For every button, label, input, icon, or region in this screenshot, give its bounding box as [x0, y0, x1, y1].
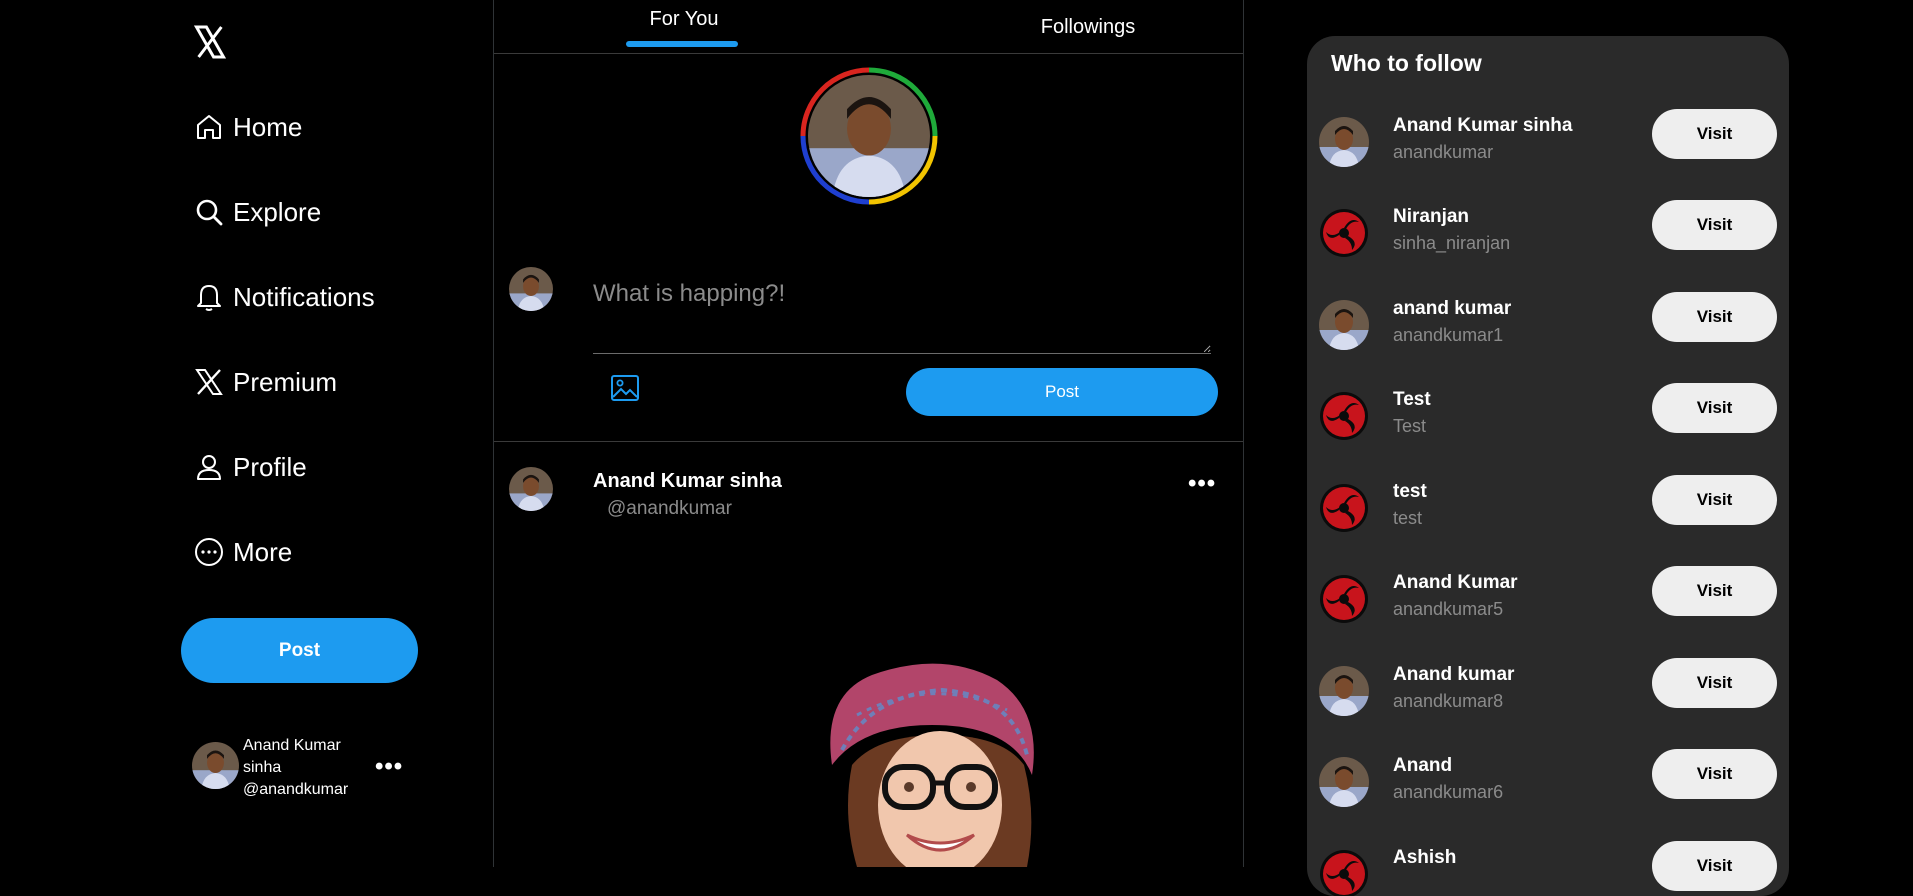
post-author-name[interactable]: Anand Kumar sinha [593, 470, 782, 493]
follow-suggestion-row: Anand Kumar sinha anandkumar Visit [1307, 109, 1789, 207]
who-to-follow-panel: Who to follow Anand Kumar sinha anandkuma… [1307, 36, 1789, 896]
x-premium-icon [195, 369, 223, 395]
follow-suggestion-handle: test [1393, 508, 1423, 528]
nav-notifications-label: Notifications [233, 281, 375, 312]
tab-followings[interactable]: Followings [988, 0, 1188, 54]
feed-tabs: For You Followings [494, 0, 1243, 54]
nav-notifications[interactable]: Notifications [193, 277, 375, 317]
tab-for-you[interactable]: For You [624, 0, 744, 54]
follow-suggestion-handle: sinha_niranjan [1393, 233, 1511, 253]
nav-premium-label: Premium [233, 366, 338, 397]
nav-premium[interactable]: Premium [193, 362, 337, 402]
follow-suggestion-handle: anandkumar6 [1393, 782, 1504, 802]
avatar[interactable] [1319, 757, 1369, 807]
follow-suggestion-name: Niranjan [1393, 206, 1470, 227]
current-user-name-line1: Anand Kumar [243, 737, 341, 754]
visit-button[interactable]: Visit [1652, 475, 1777, 525]
main-feed: For You Followings Post Anand Kumar sinh… [493, 0, 1244, 867]
follow-suggestion-name: Anand kumar [1393, 664, 1515, 685]
visit-button[interactable]: Visit [1652, 749, 1777, 799]
post-more-icon[interactable]: ••• [1188, 470, 1216, 498]
nav-profile-label: Profile [233, 451, 307, 482]
post-author-handle: @anandkumar [607, 498, 732, 519]
left-sidebar: Home Explore Notifications Premium Profi… [0, 0, 494, 867]
sharingan-avatar-icon[interactable] [1319, 574, 1369, 624]
current-user-name-line2: sinha [243, 759, 282, 776]
x-logo-icon[interactable] [192, 24, 228, 60]
visit-button[interactable]: Visit [1652, 200, 1777, 250]
nav-profile[interactable]: Profile [193, 447, 307, 487]
nav-home-label: Home [233, 111, 303, 142]
avatar[interactable] [509, 467, 553, 511]
visit-button[interactable]: Visit [1652, 841, 1777, 891]
follow-suggestion-row: Anand Kumar anandkumar5 Visit [1307, 566, 1789, 664]
compose-input[interactable] [593, 260, 1211, 354]
follow-suggestion-handle: anandkumar1 [1393, 325, 1504, 345]
image-upload-icon[interactable] [610, 373, 640, 403]
nav-explore[interactable]: Explore [193, 192, 321, 232]
follow-suggestion-name: test [1393, 481, 1427, 502]
follow-suggestion-handle: anandkumar [1393, 142, 1494, 162]
follow-suggestion-name: Anand Kumar sinha [1393, 115, 1573, 136]
follow-suggestion-name: Test [1393, 389, 1431, 410]
compose-post-button[interactable]: Post [906, 368, 1218, 416]
follow-suggestion-row: anand kumar anandkumar1 Visit [1307, 292, 1789, 390]
search-icon [196, 199, 223, 226]
person-icon [197, 455, 221, 480]
avatar [509, 267, 553, 311]
current-user-handle: @anandkumar [243, 781, 349, 798]
follow-suggestion-handle: Test [1393, 416, 1427, 436]
nav-explore-label: Explore [233, 196, 322, 227]
sharingan-avatar-icon[interactable] [1319, 391, 1369, 441]
visit-button[interactable]: Visit [1652, 566, 1777, 616]
visit-button[interactable]: Visit [1652, 383, 1777, 433]
sharingan-avatar-icon[interactable] [1319, 208, 1369, 258]
active-tab-indicator [626, 41, 738, 47]
tab-for-you-label: For You [649, 8, 719, 30]
follow-suggestion-handle: anandkumar5 [1393, 599, 1504, 619]
avatar[interactable] [1319, 300, 1369, 350]
visit-button[interactable]: Visit [1652, 292, 1777, 342]
follow-suggestion-row: Anand anandkumar6 Visit [1307, 749, 1789, 847]
follow-suggestion-name: Anand Kumar [1393, 572, 1518, 593]
follow-suggestion-row: Test Test Visit [1307, 383, 1789, 481]
bell-icon [197, 285, 221, 311]
current-user-text: Anand Kumar sinha @anandkumar [243, 735, 363, 801]
follow-suggestion-row: Niranjan sinha_niranjan Visit [1307, 200, 1789, 298]
story-avatar[interactable] [800, 67, 938, 205]
more-circle-icon [195, 538, 223, 566]
tab-followings-label: Followings [1040, 16, 1136, 38]
nav-more[interactable]: More [193, 532, 292, 572]
visit-button[interactable]: Visit [1652, 658, 1777, 708]
sharingan-avatar-icon[interactable] [1319, 483, 1369, 533]
follow-suggestion-row: Anand kumar anandkumar8 Visit [1307, 658, 1789, 756]
home-icon [197, 115, 221, 139]
follow-suggestion-name: anand kumar [1393, 298, 1512, 319]
post-image[interactable] [812, 655, 1072, 867]
current-user-card[interactable]: Anand Kumar sinha @anandkumar ••• [192, 735, 412, 805]
follow-suggestion-row: Ashish Visit [1307, 841, 1789, 896]
post-button[interactable]: Post [181, 618, 418, 683]
avatar[interactable] [1319, 117, 1369, 167]
follow-suggestion-handle: anandkumar8 [1393, 691, 1504, 711]
visit-button[interactable]: Visit [1652, 109, 1777, 159]
avatar[interactable] [1319, 666, 1369, 716]
divider [494, 441, 1243, 442]
who-to-follow-title: Who to follow [1331, 50, 1482, 76]
nav-more-label: More [233, 536, 293, 567]
nav-home[interactable]: Home [193, 107, 302, 147]
sharingan-avatar-icon[interactable] [1319, 849, 1369, 896]
follow-suggestion-name: Anand [1393, 755, 1453, 776]
avatar [192, 742, 239, 789]
follow-suggestion-row: test test Visit [1307, 475, 1789, 573]
follow-suggestion-name: Ashish [1393, 847, 1457, 868]
more-options-icon[interactable]: ••• [375, 753, 403, 781]
